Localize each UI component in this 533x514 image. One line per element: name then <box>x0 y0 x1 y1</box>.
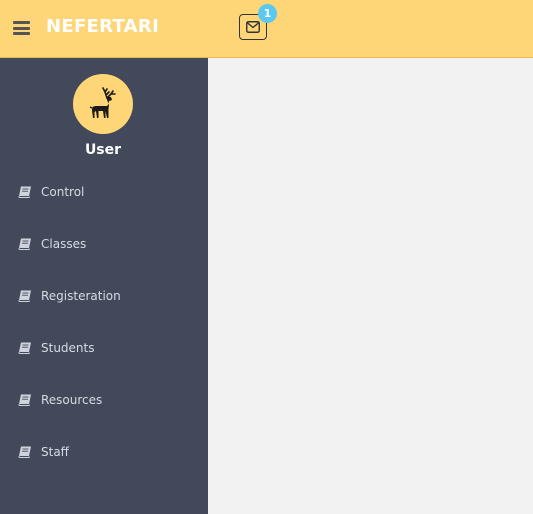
deer-icon <box>89 87 116 118</box>
book-icon <box>18 446 31 458</box>
sidebar-item-classes[interactable]: Classes <box>0 218 208 270</box>
hamburger-icon[interactable] <box>13 21 30 35</box>
book-icon <box>18 394 31 406</box>
notification-badge: 1 <box>258 4 277 23</box>
sidebar-item-label: Students <box>41 341 95 355</box>
sidebar-item-label: Registeration <box>41 289 121 303</box>
book-icon <box>18 290 31 302</box>
book-icon <box>18 342 31 354</box>
sidebar-item-label: Control <box>41 185 85 199</box>
sidebar-item-label: Classes <box>41 237 87 251</box>
sidebar-item-label: Staff <box>41 445 69 459</box>
top-navbar: NEFERTARI 1 <box>0 0 533 58</box>
sidebar-nav: Control Classes Registeration Students R… <box>0 166 208 478</box>
main-content <box>208 58 533 514</box>
sidebar: User Control Classes Registeration Stude… <box>0 58 208 514</box>
brand-title[interactable]: NEFERTARI <box>46 16 159 37</box>
book-icon <box>18 238 31 250</box>
user-name: User <box>84 142 122 158</box>
sidebar-item-staff[interactable]: Staff <box>0 426 208 478</box>
envelope-icon <box>246 21 260 33</box>
sidebar-item-resources[interactable]: Resources <box>0 374 208 426</box>
book-icon <box>18 186 31 198</box>
sidebar-item-registeration[interactable]: Registeration <box>0 270 208 322</box>
sidebar-item-control[interactable]: Control <box>0 166 208 218</box>
sidebar-item-label: Resources <box>41 393 103 407</box>
avatar <box>73 74 133 134</box>
sidebar-item-students[interactable]: Students <box>0 322 208 374</box>
